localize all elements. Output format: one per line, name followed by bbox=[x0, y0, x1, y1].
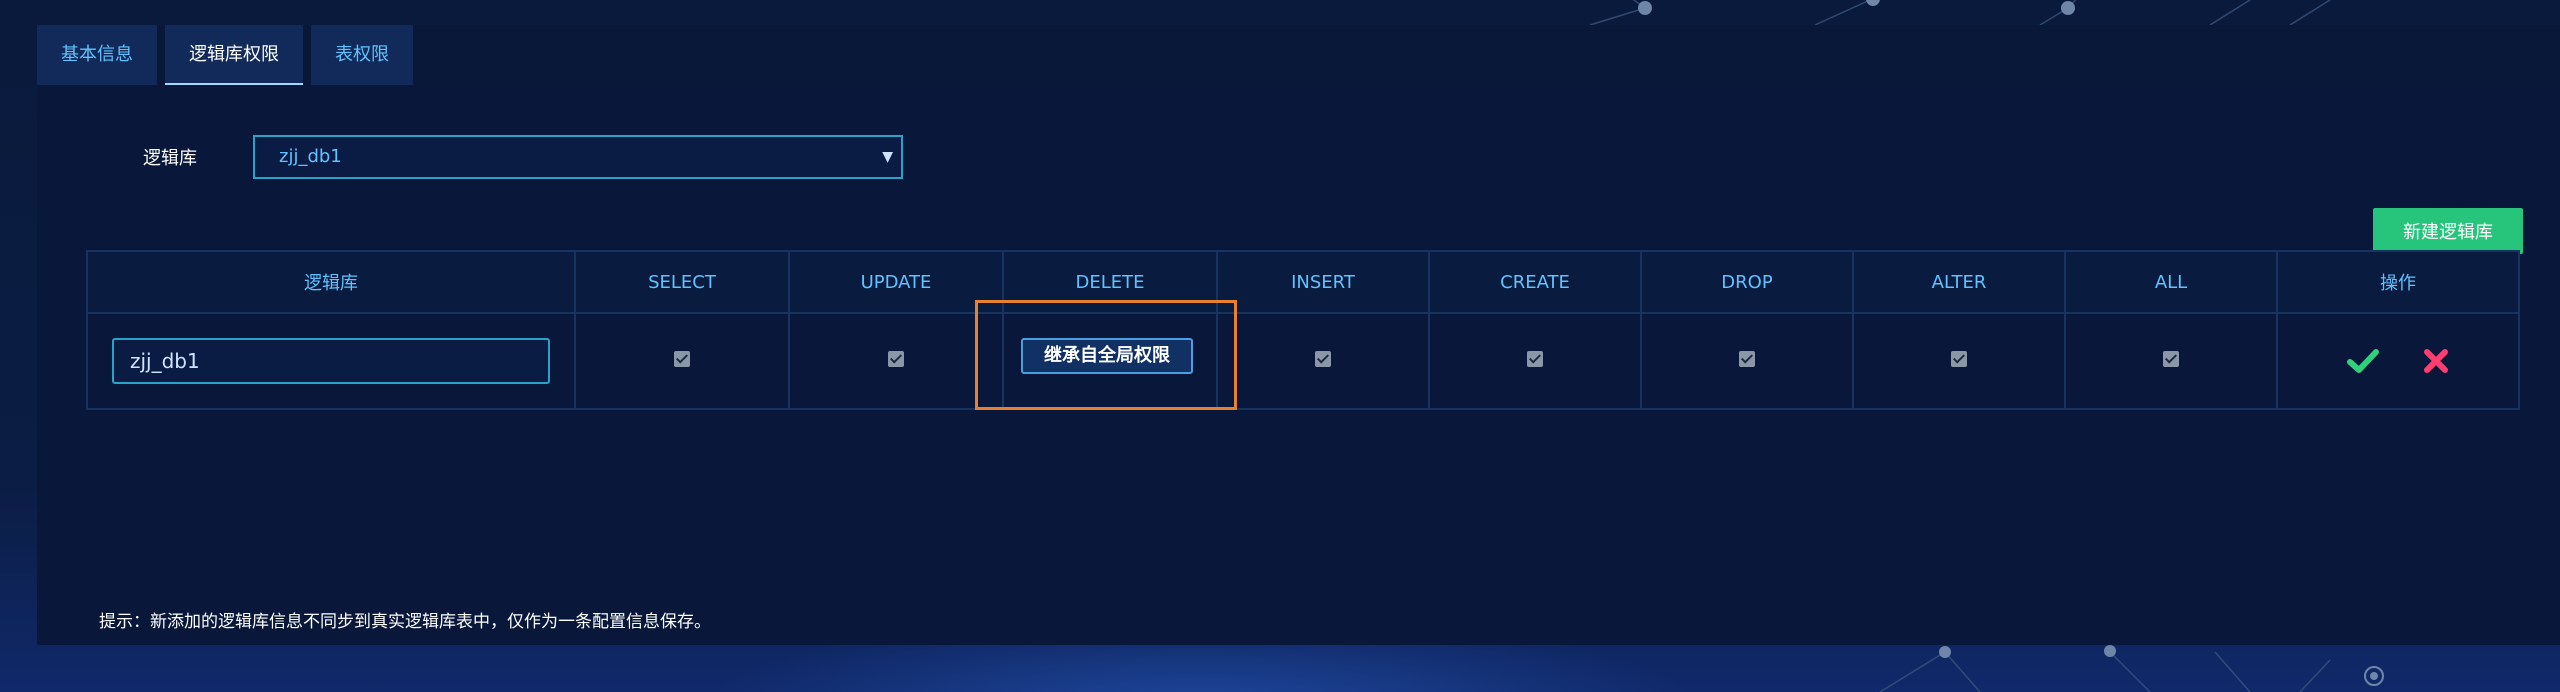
create-permission-cell bbox=[1428, 312, 1642, 410]
alter-permission-cell bbox=[1852, 312, 2066, 410]
tab-logical-db-permissions[interactable]: 逻辑库权限 bbox=[165, 25, 303, 85]
drop-permission-checkbox[interactable] bbox=[1739, 351, 1755, 367]
column-header-create: CREATE bbox=[1428, 250, 1642, 314]
column-header-alter: ALTER bbox=[1852, 250, 2066, 314]
alter-permission-checkbox[interactable] bbox=[1951, 351, 1967, 367]
drop-permission-cell bbox=[1640, 312, 1854, 410]
column-header-logical-db: 逻辑库 bbox=[86, 250, 576, 314]
logical-db-select-value: zjj_db1 bbox=[279, 146, 342, 167]
table-header-row: 逻辑库 SELECT UPDATE DELETE INSERT CREATE D… bbox=[86, 250, 2520, 314]
column-header-all: ALL bbox=[2064, 250, 2278, 314]
tab-basic-info[interactable]: 基本信息 bbox=[37, 25, 157, 85]
logical-db-select[interactable]: zjj_db1 ▼ bbox=[253, 135, 903, 179]
logical-db-label: 逻辑库 bbox=[143, 148, 197, 169]
insert-permission-cell bbox=[1216, 312, 1430, 410]
create-permission-checkbox[interactable] bbox=[1527, 351, 1543, 367]
hint-text: 提示：新添加的逻辑库信息不同步到真实逻辑库表中，仅作为一条配置信息保存。 bbox=[99, 612, 711, 632]
update-permission-cell bbox=[788, 312, 1004, 410]
all-permission-checkbox[interactable] bbox=[2163, 351, 2179, 367]
column-header-select: SELECT bbox=[574, 250, 790, 314]
logical-db-name-input[interactable] bbox=[112, 338, 550, 384]
actions-cell bbox=[2276, 312, 2520, 410]
tab-bar: 基本信息 逻辑库权限 表权限 bbox=[37, 25, 421, 85]
column-header-insert: INSERT bbox=[1216, 250, 1430, 314]
inherited-permission-tooltip: 继承自全局权限 bbox=[1021, 338, 1193, 374]
dropdown-arrow-icon: ▼ bbox=[882, 149, 893, 165]
permissions-table: 逻辑库 SELECT UPDATE DELETE INSERT CREATE D… bbox=[86, 250, 2520, 410]
insert-permission-checkbox[interactable] bbox=[1315, 351, 1331, 367]
all-permission-cell bbox=[2064, 312, 2278, 410]
column-header-drop: DROP bbox=[1640, 250, 1854, 314]
select-permission-cell bbox=[574, 312, 790, 410]
tab-table-permissions[interactable]: 表权限 bbox=[311, 25, 413, 85]
table-row bbox=[86, 312, 2520, 410]
column-header-delete: DELETE bbox=[1002, 250, 1218, 314]
close-icon[interactable] bbox=[2423, 348, 2449, 374]
column-header-update: UPDATE bbox=[788, 250, 1004, 314]
new-logical-db-button[interactable]: 新建逻辑库 bbox=[2373, 208, 2523, 254]
permission-panel: 基本信息 逻辑库权限 表权限 逻辑库 zjj_db1 ▼ 新建逻辑库 逻辑库 S… bbox=[37, 25, 2560, 645]
row-actions bbox=[2278, 348, 2518, 374]
check-icon[interactable] bbox=[2347, 348, 2379, 374]
logical-db-cell bbox=[86, 312, 576, 410]
column-header-actions: 操作 bbox=[2276, 250, 2520, 314]
logical-db-form-row: 逻辑库 zjj_db1 ▼ bbox=[143, 135, 903, 179]
select-permission-checkbox[interactable] bbox=[674, 351, 690, 367]
update-permission-checkbox[interactable] bbox=[888, 351, 904, 367]
